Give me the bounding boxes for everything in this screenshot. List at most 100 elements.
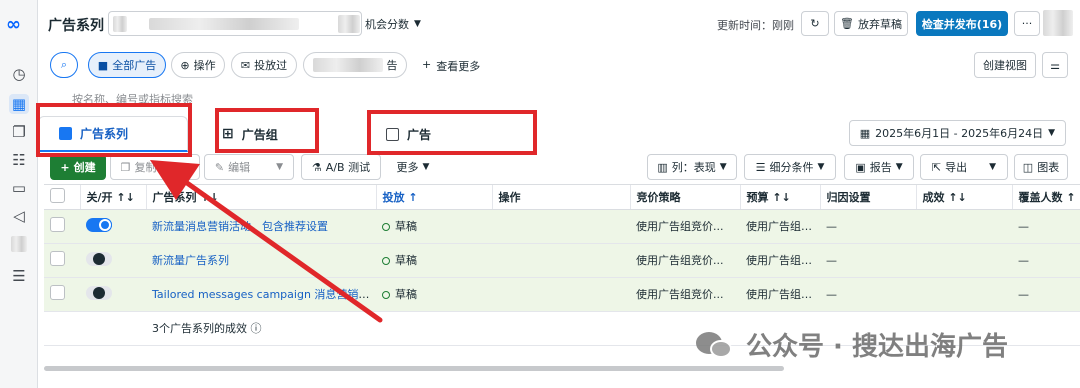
draft-status-icon (382, 257, 390, 265)
opportunity-score[interactable]: 机会分数 ▼ (338, 13, 421, 35)
table-header-row: 关/开 ↑↓ 广告系列 ↑↓ 投放 ↑ 操作 竞价策略 预算 ↑↓ 归因设置 成… (44, 185, 1080, 210)
table-row[interactable]: 新流量消息营销活动，包含推荐设置 草稿 使用广告组竞价... 使用广告组预算 —… (44, 209, 1080, 244)
view-more-link[interactable]: + 查看更多 (422, 58, 480, 74)
folder-icon: ■ (97, 58, 109, 72)
chevron-down-icon: ▼ (182, 162, 190, 172)
date-range-picker[interactable]: ▦ 2025年6月1日 - 2025年6月24日 ▼ (848, 120, 1066, 146)
discard-draft-button[interactable]: 🗑 放弃草稿 (834, 11, 908, 36)
select-all-header[interactable] (44, 185, 81, 210)
column-header[interactable]: 操作 (492, 185, 631, 210)
avatar[interactable] (1043, 10, 1073, 36)
billing-icon[interactable]: ▭ (9, 178, 29, 198)
level-tabs: 广告系列 ⊞ 广告组 广告 ▦ 2025年6月1日 - 2025年6月24日 ▼ (38, 112, 1080, 152)
megaphone-icon[interactable]: ◁ (9, 206, 29, 226)
charts-button[interactable]: ◫ 图表 (1014, 154, 1068, 180)
row-checkbox[interactable] (50, 217, 65, 232)
more-options-button[interactable]: ··· (1014, 11, 1040, 36)
flask-icon: ⚗ (311, 160, 322, 174)
blurred-app-icon[interactable] (9, 234, 29, 254)
chevron-down-icon: ▼ (895, 162, 903, 172)
audience-icon[interactable]: ☷ (9, 150, 29, 170)
reports-dropdown[interactable]: ▣ 报告 ▼ (844, 154, 914, 180)
summary-text: 3个广告系列的成效 (152, 322, 247, 335)
sliders-icon: ⚌ (1050, 58, 1060, 72)
ab-test-button[interactable]: ⚗ A/B 测试 (301, 154, 381, 180)
wechat-icon (696, 330, 736, 360)
ad-icon (386, 127, 399, 141)
settings-sliders-button[interactable]: ⚌ (1042, 52, 1068, 78)
chart-icon: ◫ (1022, 160, 1034, 174)
filter-all-ads[interactable]: ■ 全部广告 (88, 52, 166, 78)
plus-icon: + (422, 58, 432, 71)
refresh-icon: ↻ (810, 17, 820, 30)
row-checkbox[interactable] (50, 285, 65, 300)
column-header[interactable]: 广告系列 ↑↓ (146, 185, 377, 210)
row-checkbox[interactable] (50, 251, 65, 266)
duplicate-button[interactable]: ❐ 复制 ▼ (110, 154, 200, 180)
refresh-button[interactable]: ↻ (801, 11, 829, 36)
table-row[interactable]: 新流量广告系列 草稿 使用广告组竞价... 使用广告组预算 — — (44, 243, 1080, 278)
breakdown-dropdown[interactable]: ☰ 细分条件 ▼ (744, 154, 836, 180)
horizontal-scrollbar[interactable] (44, 366, 784, 371)
budget: 使用广告组预算 (740, 277, 820, 312)
column-header[interactable]: 投放 ↑ (376, 185, 493, 210)
chevron-down-icon: ▼ (719, 162, 727, 172)
campaign-toggle[interactable] (86, 217, 112, 232)
budget: 使用广告组预算 (740, 243, 820, 278)
campaign-toggle[interactable] (86, 285, 112, 300)
campaign-name-link[interactable]: 新流量消息营销活动，包含推荐设置 (152, 220, 328, 233)
column-header[interactable]: 关/开 ↑↓ (80, 185, 147, 210)
calendar-icon: ▦ (859, 126, 871, 140)
dashboard-icon[interactable]: ◷ (9, 64, 29, 84)
delivery-status: 草稿 (395, 220, 417, 233)
campaign-name-link[interactable]: Tailored messages campaign 消息营销活动 2... (152, 288, 376, 301)
column-header[interactable]: 覆盖人数 ↑ (1012, 185, 1080, 210)
more-dropdown[interactable]: 更多 ▼ (388, 154, 438, 180)
attribution: — (820, 209, 916, 244)
column-header[interactable]: 预算 ↑↓ (740, 185, 821, 210)
search-button[interactable]: ⌕ (50, 52, 78, 78)
pages-icon[interactable]: ❐ (9, 122, 29, 142)
review-publish-button[interactable]: 检查并发布(16) (916, 11, 1008, 36)
filter-blurred[interactable]: 告 (303, 52, 407, 78)
top-bar: 广告系列 ▼ 机会分数 ▼ 更新时间：刚刚 ↻ 🗑 放弃草稿 检查并发布(16)… (38, 0, 1080, 46)
chevron-down-icon: ▼ (422, 162, 430, 172)
campaign-icon (59, 127, 72, 140)
delivery-status: 草稿 (395, 254, 417, 267)
report-icon: ▣ (855, 160, 866, 174)
tab-campaigns[interactable]: 广告系列 (38, 116, 188, 152)
create-button[interactable]: + 创建 (50, 154, 106, 180)
info-icon[interactable]: ⓘ (251, 322, 262, 335)
updated-time: 更新时间：刚刚 (717, 19, 794, 32)
column-header[interactable]: 成效 ↑↓ (916, 185, 1013, 210)
plus-icon: + (60, 160, 70, 174)
column-header[interactable]: 竞价策略 (630, 185, 741, 210)
bid-strategy: 使用广告组竞价... (630, 209, 740, 244)
search-icon: ⌕ (60, 58, 68, 71)
filter-bar: ⌕ ■ 全部广告 ⊕ 操作 ✉ 投放过 告 + 查看更多 创建视图 ⚌ (38, 52, 1080, 82)
ads-manager-table-icon[interactable]: ▦ (9, 94, 29, 114)
results: — (1012, 209, 1080, 244)
filter-delivered[interactable]: ✉ 投放过 (231, 52, 297, 78)
account-selector[interactable]: ▼ (108, 11, 362, 36)
envelope-icon: ✉ (240, 58, 251, 72)
create-view-button[interactable]: 创建视图 (974, 52, 1036, 78)
menu-icon[interactable]: ☰ (9, 266, 29, 286)
edit-button[interactable]: ✎ 编辑 ▼ (204, 154, 294, 180)
column-header[interactable]: 归因设置 (820, 185, 917, 210)
meta-logo-icon[interactable]: ∞ (6, 14, 21, 35)
tab-ad-sets[interactable]: ⊞ 广告组 (222, 116, 312, 152)
table-row[interactable]: Tailored messages campaign 消息营销活动 2... 草… (44, 277, 1080, 312)
export-button[interactable]: ⇱ 导出 ▼ (920, 154, 1008, 180)
campaign-name-link[interactable]: 新流量广告系列 (152, 254, 229, 267)
columns-dropdown[interactable]: ▥ 列：表现 ▼ (647, 154, 737, 180)
campaign-toggle[interactable] (86, 251, 112, 266)
trash-icon: 🗑 (840, 17, 854, 30)
draft-status-icon (382, 291, 390, 299)
tab-ads[interactable]: 广告 (386, 116, 476, 152)
search-input[interactable]: 按名称、编号或指标搜索 (54, 86, 1069, 110)
filter-actions[interactable]: ⊕ 操作 (171, 52, 225, 78)
arrow-up-circle-icon: ⊕ (180, 58, 190, 72)
select-all-checkbox[interactable] (50, 187, 65, 203)
export-icon: ⇱ (931, 160, 942, 174)
